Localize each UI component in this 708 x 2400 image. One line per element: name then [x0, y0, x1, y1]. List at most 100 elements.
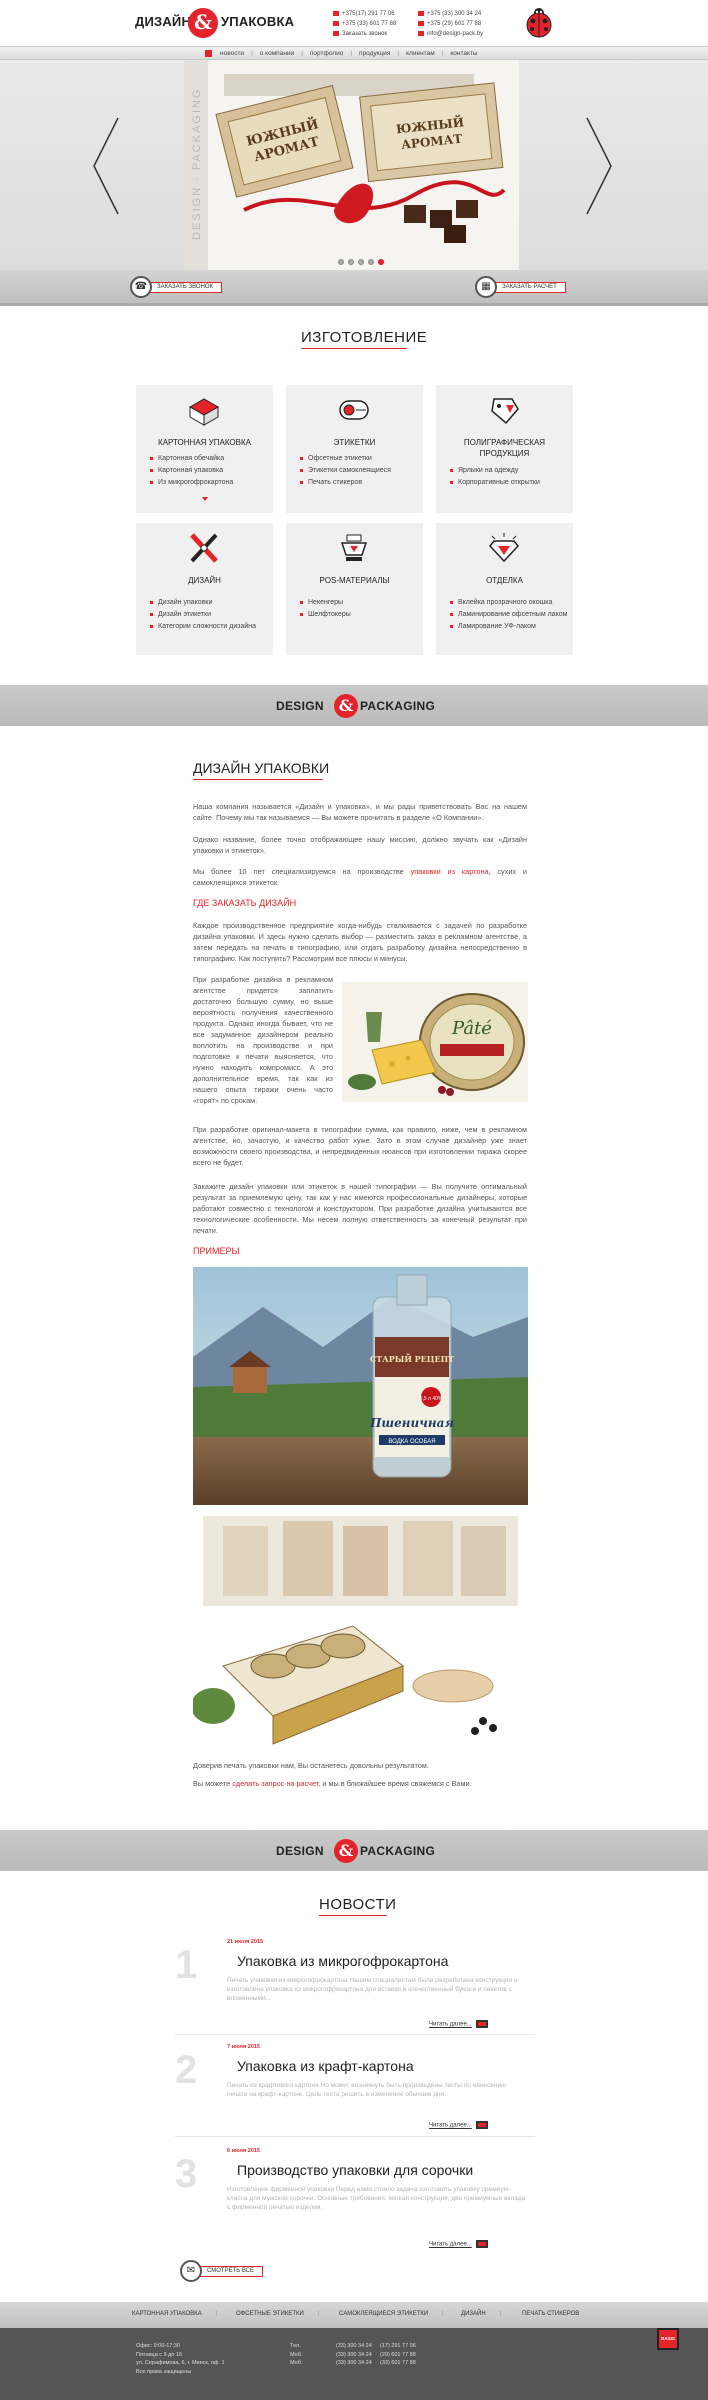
email-link[interactable]: info@design-pack.by — [418, 29, 483, 39]
read-more-link[interactable]: Читать далее... — [429, 2121, 488, 2129]
news-item: 2 7 июля 2015 Упаковка из крафт-картона … — [175, 2044, 535, 2140]
phone-icon — [418, 10, 424, 16]
footer-link[interactable]: КАРТОННАЯ УПАКОВКА — [132, 2311, 202, 2317]
footer-phone-labels: Тел. Моб. Моб. — [290, 2343, 303, 2366]
home-icon[interactable] — [205, 49, 212, 57]
pate-product-image: Pâté — [342, 982, 528, 1102]
logo-text-right: УПАКОВКА — [221, 14, 295, 29]
footer-link[interactable]: САМОКЛЕЯЩИЕСЯ ЭТИКЕТКИ — [339, 2311, 428, 2317]
card-item[interactable]: Категории сложности дизайна — [150, 621, 256, 633]
article-paragraph: При разработке дизайна в рекламном агент… — [193, 975, 333, 1105]
article-paragraph: Вы можете сделать запрос на расчет, и мы… — [193, 1779, 472, 1788]
news-icon: ✉ — [180, 2260, 202, 2282]
footer-address: Офис: 9:00-17:30 Пятница с 9 до 16 ул. С… — [136, 2343, 225, 2375]
card-item[interactable]: Дизайн этикетки — [150, 609, 256, 621]
slider-dot[interactable] — [348, 259, 354, 265]
phone-line[interactable]: +375 (33) 300 34 24 — [418, 9, 483, 19]
phone-line[interactable]: +375 (29) 601 77 88 — [418, 19, 483, 29]
footer-link[interactable]: ДИЗАЙН — [461, 2311, 486, 2317]
card-item[interactable]: Ярлыки на одежду — [450, 465, 540, 477]
read-more-link[interactable]: Читать далее... — [429, 2240, 488, 2248]
phones-col-1: +375(17) 291 77 06 +375 (33) 601 77 88 З… — [333, 9, 396, 39]
nav-item-clients[interactable]: клиентам — [406, 47, 435, 60]
card-design[interactable]: ДИЗАЙН Дизайн упаковки Дизайн этикетки Кат… — [136, 523, 273, 655]
slider-dot[interactable] — [368, 259, 374, 265]
card-item[interactable]: Картонная обечайка — [150, 453, 233, 465]
ladybug-icon — [526, 8, 552, 38]
card-item[interactable]: Ламирование УФ-лаком — [450, 621, 567, 633]
logo-text-left: ДИЗАЙН — [135, 14, 192, 29]
box-icon — [188, 398, 220, 426]
logo[interactable]: ДИЗАЙН & УПАКОВКА — [135, 8, 294, 38]
slider-prev-arrow[interactable] — [92, 116, 120, 216]
nav-item-contacts[interactable]: контакты — [450, 47, 477, 60]
article-paragraph: Наша компания называется «Дизайн и упако… — [193, 802, 527, 822]
cardboard-link[interactable]: упаковки из картона — [411, 867, 489, 876]
news-title-link[interactable]: Производство упаковки для сорочки — [237, 2162, 473, 2178]
phones-col-2: +375 (33) 300 34 24 +375 (29) 601 77 88 … — [418, 9, 483, 39]
slide-image: ЮЖНЫЙ АРОМАТ ЮЖНЫЙ АРОМАТ DESIGN · PACKA… — [184, 60, 519, 270]
card-title: ОТДЕЛКА — [486, 576, 523, 585]
pencil-brush-icon — [190, 533, 218, 563]
card-title: КАРТОННАЯ УПАКОВКА — [158, 438, 251, 447]
slider-dot-active[interactable] — [378, 259, 384, 265]
article-paragraph: Закажите дизайн упаковки или этикеток в … — [193, 1182, 527, 1235]
callback-link[interactable]: Заказать звонок — [333, 29, 396, 39]
nav-item-news[interactable]: новости — [220, 47, 244, 60]
logo-ampersand: & — [188, 8, 218, 38]
slider-dot[interactable] — [338, 259, 344, 265]
footer-phones-2: (17) 291 77 06 (29) 601 77 88 (33) 601 7… — [380, 2343, 416, 2366]
svg-text:0,5 л 40%: 0,5 л 40% — [420, 1396, 443, 1402]
phone-icon — [333, 10, 339, 16]
card-item[interactable]: Печать стикеров — [300, 477, 391, 489]
card-labels[interactable]: ЭТИКЕТКИ Офсетные этикетки Этикетки самок… — [286, 385, 423, 513]
phone-icon — [418, 20, 424, 26]
request-calc-link[interactable]: сделать запрос на расчет — [232, 1779, 318, 1788]
svg-text:Пшеничная: Пшеничная — [369, 1416, 454, 1430]
nav-item-about[interactable]: о компании — [260, 47, 294, 60]
card-item[interactable]: Дизайн упаковки — [150, 597, 256, 609]
brand-banner: DESIGN & PACKAGING — [0, 1830, 708, 1871]
news-title-link[interactable]: Упаковка из микрогофрокартона — [237, 1953, 448, 1969]
card-title: ПОЛИГРАФИЧЕСКАЯ ПРОДУКЦИЯ — [463, 438, 546, 458]
footer-link[interactable]: ПЕЧАТЬ СТИКЕРОВ — [522, 2311, 579, 2317]
article-paragraph: Однако название, более точно отображающе… — [193, 835, 527, 855]
svg-text:Pâté: Pâté — [451, 1018, 492, 1039]
nav-item-products[interactable]: продукция — [359, 47, 390, 60]
card-item[interactable]: Этикетки самоклеящиеся — [300, 465, 391, 477]
stand-icon — [340, 534, 368, 561]
card-title: POS-МАТЕРИАЛЫ — [319, 576, 390, 585]
phone-icon — [333, 20, 339, 26]
production-title: ИЗГОТОВЛЕНИЕ — [301, 329, 428, 349]
card-pos[interactable]: POS-МАТЕРИАЛЫ Некенгеры Шелфтокеры — [286, 523, 423, 655]
card-cardboard[interactable]: КАРТОННАЯ УПАКОВКА Картонная обечайка Кар… — [136, 385, 273, 513]
footer-phones: (33) 300 34 24 (33) 300 34 24 (33) 300 3… — [336, 2343, 372, 2366]
label-roll-icon — [339, 400, 369, 420]
phone-line[interactable]: +375(17) 291 77 06 — [333, 9, 396, 19]
news-title-link[interactable]: Упаковка из крафт-картона — [237, 2058, 414, 2074]
action-bar: ЗАКАЗАТЬ ЗВОНОК ☎ ЗАКАЗАТЬ РАСЧЕТ ▦ — [0, 270, 708, 306]
footer-link[interactable]: ОФСЕТНЫЕ ЭТИКЕТКИ — [236, 2311, 304, 2317]
card-item[interactable]: Из микрогофрокартона — [150, 477, 233, 489]
vodka-example-image: СТАРЫЙ РЕЦЕПТ 0,5 л 40% Пшеничная ВОДКА … — [193, 1267, 528, 1505]
svg-text:ВОДКА ОСОБАЯ: ВОДКА ОСОБАЯ — [388, 1439, 435, 1445]
phone-line[interactable]: +375 (33) 601 77 88 — [333, 19, 396, 29]
card-item[interactable]: Шелфтокеры — [300, 609, 351, 621]
hero-slider: ЮЖНЫЙ АРОМАТ ЮЖНЫЙ АРОМАТ DESIGN · PACKA… — [0, 60, 708, 270]
nav-item-portfolio[interactable]: портфолио — [310, 47, 343, 60]
card-item[interactable]: Корпоративные открытки — [450, 477, 540, 489]
card-printing[interactable]: ПОЛИГРАФИЧЕСКАЯ ПРОДУКЦИЯ Ярлыки на одеж… — [436, 385, 573, 513]
slider-dot[interactable] — [358, 259, 364, 265]
pate-box-example-image — [193, 1516, 528, 1751]
card-item[interactable]: Ламинирование офсетным лаком — [450, 609, 567, 621]
card-item[interactable]: Картонная упаковка — [150, 465, 233, 477]
card-item[interactable]: Вклейка прозрачного окошка — [450, 597, 567, 609]
card-item[interactable]: Некенгеры — [300, 597, 351, 609]
slider-next-arrow[interactable] — [585, 116, 613, 216]
developer-badge[interactable]: BASIS — [657, 2328, 679, 2350]
card-item[interactable]: Офсетные этикетки — [300, 453, 391, 465]
expand-arrow-icon[interactable] — [202, 497, 208, 501]
read-more-link[interactable]: Читать далее... — [429, 2020, 488, 2028]
calculator-icon: ▦ — [475, 276, 497, 298]
card-finishing[interactable]: ОТДЕЛКА Вклейка прозрачного окошка Ламини… — [436, 523, 573, 655]
